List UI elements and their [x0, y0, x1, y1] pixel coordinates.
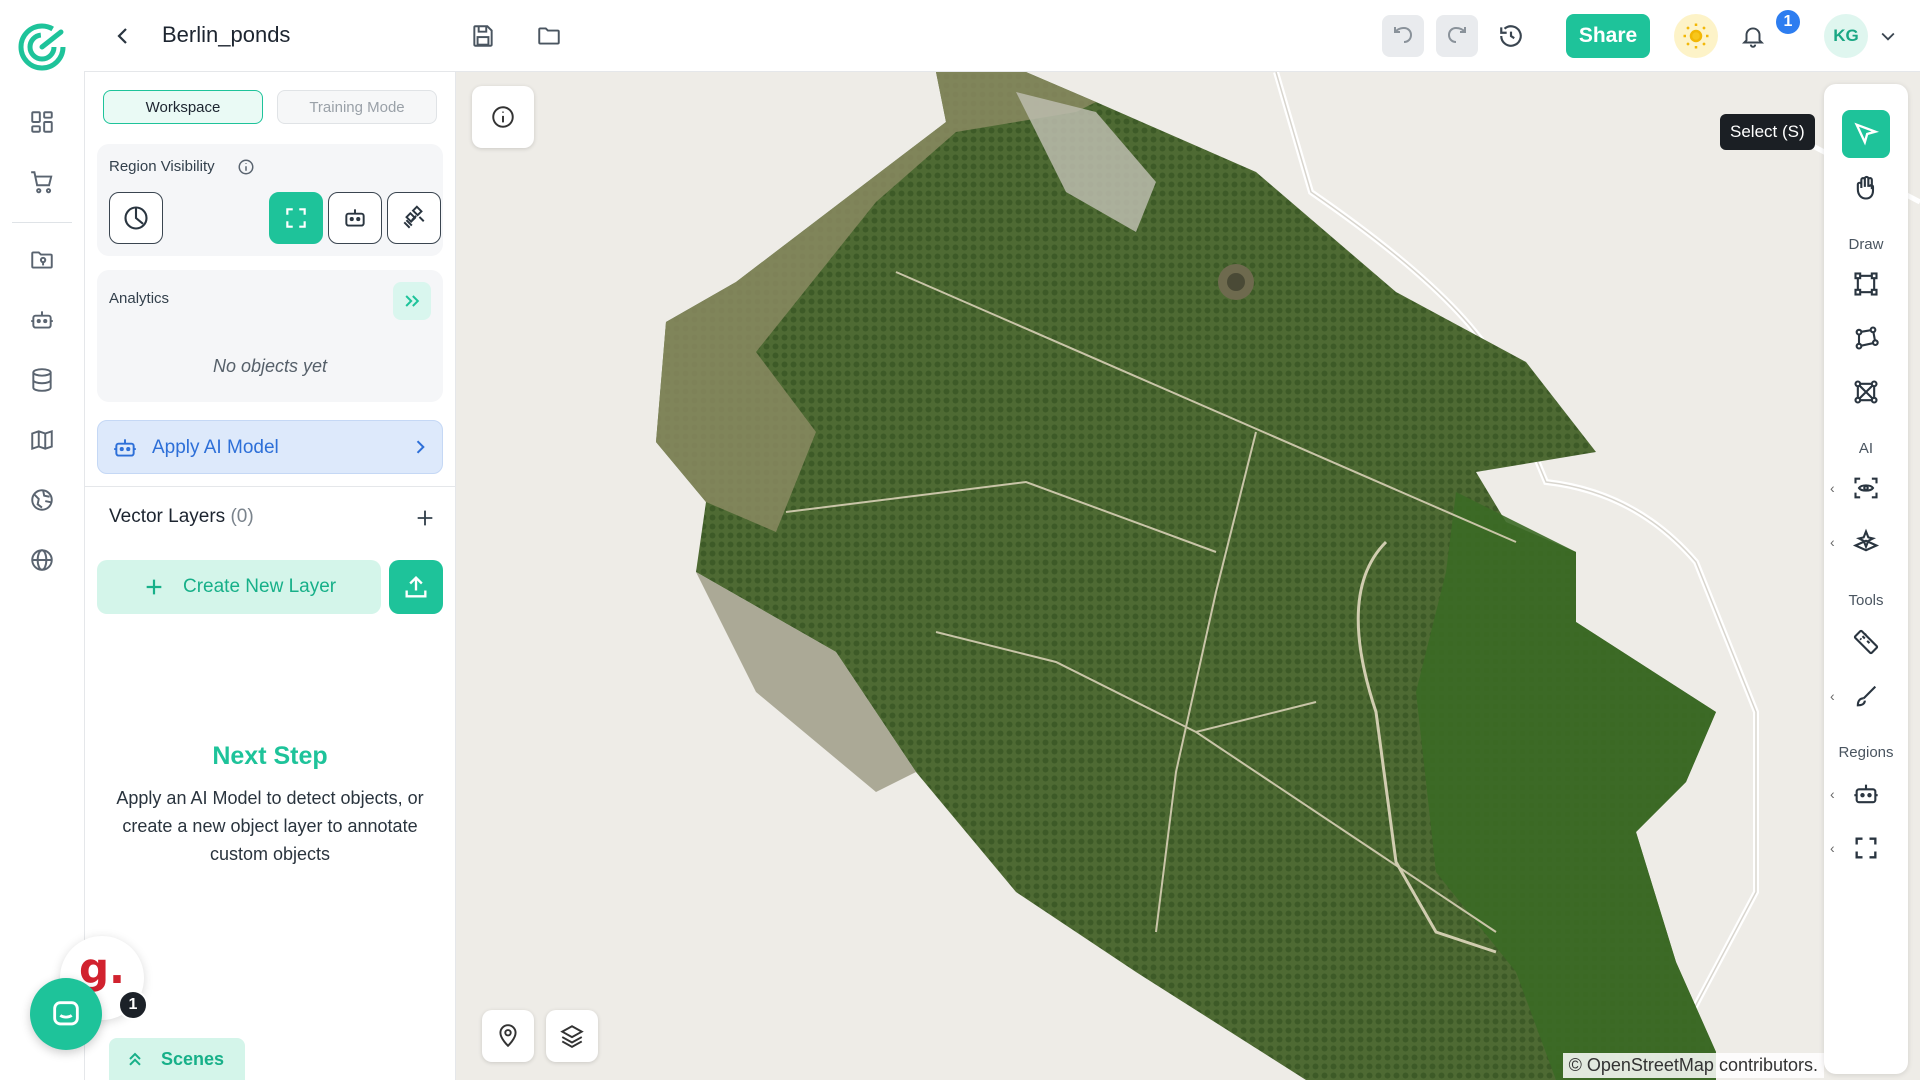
- apply-ai-model-button[interactable]: Apply AI Model: [97, 420, 443, 474]
- add-layer-plus-icon[interactable]: [407, 500, 443, 536]
- database-icon[interactable]: [24, 362, 60, 398]
- app-rail: [0, 0, 84, 1080]
- ruler-icon[interactable]: [1842, 618, 1890, 666]
- robot-region-icon[interactable]: [328, 192, 382, 244]
- workspace-panel: Workspace Training Mode Region Visibilit…: [84, 72, 456, 1080]
- scenes-button[interactable]: Scenes: [109, 1038, 245, 1080]
- scenes-label: Scenes: [161, 1049, 225, 1069]
- map-canvas[interactable]: © OpenStreetMap contributors.: [456, 72, 1920, 1080]
- redo-icon[interactable]: [1436, 15, 1478, 57]
- ai-segment-icon[interactable]: [1842, 518, 1890, 566]
- satellite-icon[interactable]: [387, 192, 441, 244]
- cart-icon[interactable]: [24, 164, 60, 200]
- vector-layers-label: Vector Layers: [109, 506, 226, 527]
- location-pin-icon[interactable]: [482, 1010, 534, 1062]
- map-attribution: © OpenStreetMap contributors.: [1562, 1053, 1824, 1078]
- globe-grid-icon[interactable]: [24, 482, 60, 518]
- extent-frame-icon[interactable]: [269, 192, 323, 244]
- user-avatar[interactable]: KG: [1824, 14, 1868, 58]
- analytics-card: Analytics No objects yet: [97, 270, 443, 402]
- chevron-left-icon-4[interactable]: ‹: [1830, 786, 1840, 802]
- dashboard-icon[interactable]: [24, 104, 60, 140]
- chevron-down-icon[interactable]: [1874, 22, 1902, 50]
- pie-chart-icon[interactable]: [109, 192, 163, 244]
- history-icon[interactable]: [1490, 15, 1532, 57]
- map-icon[interactable]: [24, 422, 60, 458]
- robot-icon[interactable]: [24, 302, 60, 338]
- draw-multipolygon-icon[interactable]: [1842, 368, 1890, 416]
- double-chevron-up-icon: [125, 1049, 145, 1069]
- next-step-body: Apply an AI Model to detect objects, or …: [116, 788, 424, 864]
- theme-sun-icon[interactable]: [1674, 14, 1718, 58]
- back-chevron-icon[interactable]: [102, 15, 144, 57]
- top-bar: Berlin_ponds Share 1 KG: [84, 0, 1920, 72]
- select-pointer-icon[interactable]: [1842, 110, 1890, 158]
- info-icon[interactable]: [237, 158, 255, 176]
- folder-location-icon[interactable]: [24, 242, 60, 278]
- folder-icon[interactable]: [528, 15, 570, 57]
- vector-layers-count: (0): [230, 506, 254, 527]
- section-tools-label: Tools: [1848, 592, 1884, 609]
- chat-launcher-button[interactable]: [30, 978, 102, 1050]
- section-draw-label: Draw: [1848, 236, 1884, 253]
- double-chevron-right-icon[interactable]: [393, 282, 431, 320]
- vector-layers-heading: Vector Layers (0): [109, 506, 254, 528]
- select-tooltip: Select (S): [1720, 114, 1815, 150]
- app-logo-icon[interactable]: [17, 22, 67, 72]
- chevron-left-icon-2[interactable]: ‹: [1830, 534, 1840, 550]
- share-button[interactable]: Share: [1566, 14, 1650, 58]
- map-imagery: [656, 72, 1920, 1080]
- draw-polygon-icon[interactable]: [1842, 314, 1890, 362]
- pan-hand-icon[interactable]: [1842, 164, 1890, 212]
- create-new-layer-label: Create New Layer: [183, 576, 337, 597]
- chat-badge: 1: [118, 990, 148, 1020]
- chevron-left-icon-3[interactable]: ‹: [1830, 688, 1840, 704]
- section-ai-label: AI: [1858, 440, 1874, 457]
- map-info-icon[interactable]: [472, 86, 534, 148]
- panel-divider: [85, 486, 455, 487]
- plus-icon: [143, 576, 165, 598]
- chevron-left-icon[interactable]: ‹: [1830, 480, 1840, 496]
- section-regions-label: Regions: [1838, 744, 1894, 761]
- brush-icon[interactable]: [1842, 672, 1890, 720]
- chevron-left-icon-5[interactable]: ‹: [1830, 840, 1840, 856]
- analytics-label: Analytics: [109, 290, 170, 307]
- undo-icon[interactable]: [1382, 15, 1424, 57]
- globe-icon[interactable]: [24, 542, 60, 578]
- save-icon[interactable]: [462, 15, 504, 57]
- rail-divider: [12, 222, 72, 223]
- region-robot-icon[interactable]: [1842, 770, 1890, 818]
- next-step-title: Next Step: [212, 742, 328, 770]
- project-title: Berlin_ponds: [162, 22, 291, 47]
- apply-ai-model-label: Apply AI Model: [152, 437, 279, 458]
- chevron-right-icon: [410, 437, 430, 457]
- upload-icon[interactable]: [389, 560, 443, 614]
- notification-badge: 1: [1774, 8, 1802, 36]
- region-visibility-card: Region Visibility: [97, 144, 443, 256]
- analytics-empty-text: No objects yet: [212, 356, 328, 376]
- tab-workspace[interactable]: Workspace: [103, 90, 263, 124]
- layers-icon[interactable]: [546, 1010, 598, 1062]
- ai-detect-icon[interactable]: [1842, 464, 1890, 512]
- robot-ai-icon: [112, 435, 138, 461]
- draw-rectangle-icon[interactable]: [1842, 260, 1890, 308]
- create-new-layer-button[interactable]: Create New Layer: [97, 560, 381, 614]
- tab-training-mode[interactable]: Training Mode: [277, 90, 437, 124]
- region-visibility-label: Region Visibility: [109, 158, 215, 175]
- region-extent-icon[interactable]: [1842, 824, 1890, 872]
- bell-icon[interactable]: [1732, 15, 1774, 57]
- map-toolbar: Draw AI ‹ ‹ Tools ‹ Regions ‹ ‹: [1824, 84, 1908, 1074]
